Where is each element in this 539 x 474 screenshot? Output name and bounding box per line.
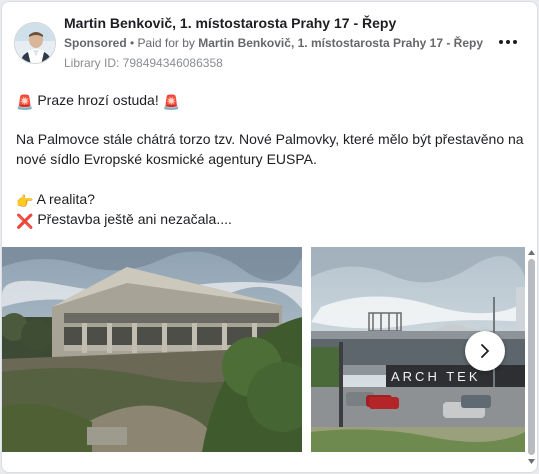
- paid-for-prefix: • Paid for by: [126, 36, 199, 50]
- carousel-next-button[interactable]: [465, 331, 505, 371]
- author-avatar[interactable]: [14, 22, 56, 64]
- post-line-4: 👉 A realita?: [16, 189, 95, 211]
- post-line-3: nové sídlo Evropské kosmické agentury EU…: [16, 151, 317, 167]
- paid-by-name[interactable]: Martin Benkovič, 1. místostarosta Prahy …: [198, 36, 483, 50]
- post-question: A realita?: [36, 191, 95, 207]
- more-dot: [513, 40, 517, 44]
- carousel-photo-abandoned-building[interactable]: [2, 247, 302, 452]
- library-id: Library ID: 798494346086358: [64, 56, 223, 70]
- sponsored-line: Sponsored • Paid for by Martin Benkovič,…: [64, 36, 483, 50]
- post-conclusion: Přestavba ještě ani nezačala....: [37, 211, 232, 227]
- siren-icon: 🚨: [16, 94, 34, 110]
- chevron-right-icon: [481, 344, 489, 358]
- scrollbar-thumb[interactable]: [528, 259, 535, 455]
- image-carousel: ARCH TEK: [2, 247, 537, 452]
- siren-icon: 🚨: [162, 94, 181, 110]
- scroll-up-arrow-icon[interactable]: [527, 248, 536, 256]
- author-name[interactable]: Martin Benkovič, 1. místostarosta Prahy …: [64, 15, 396, 31]
- scroll-down-arrow-icon[interactable]: [527, 457, 536, 465]
- post-line-2: Na Palmovce stále chátrá torzo tzv. Nové…: [16, 131, 524, 147]
- sponsored-post-card: Martin Benkovič, 1. místostarosta Prahy …: [1, 1, 538, 473]
- vertical-scrollbar[interactable]: [527, 247, 536, 465]
- banner-text: ARCH TEK: [391, 369, 481, 384]
- cross-mark-icon: ❌: [16, 213, 34, 229]
- post-line-1: 🚨 Praze hrozí ostuda! 🚨: [16, 90, 180, 112]
- pointing-hand-icon: 👉: [16, 193, 34, 209]
- more-horizontal-icon: [499, 40, 503, 44]
- sponsored-label[interactable]: Sponsored: [64, 36, 127, 50]
- more-dot: [506, 40, 510, 44]
- post-headline: Praze hrozí ostuda!: [37, 92, 159, 108]
- post-line-5: ❌ Přestavba ještě ani nezačala....: [16, 209, 232, 231]
- more-options-button[interactable]: [495, 32, 521, 52]
